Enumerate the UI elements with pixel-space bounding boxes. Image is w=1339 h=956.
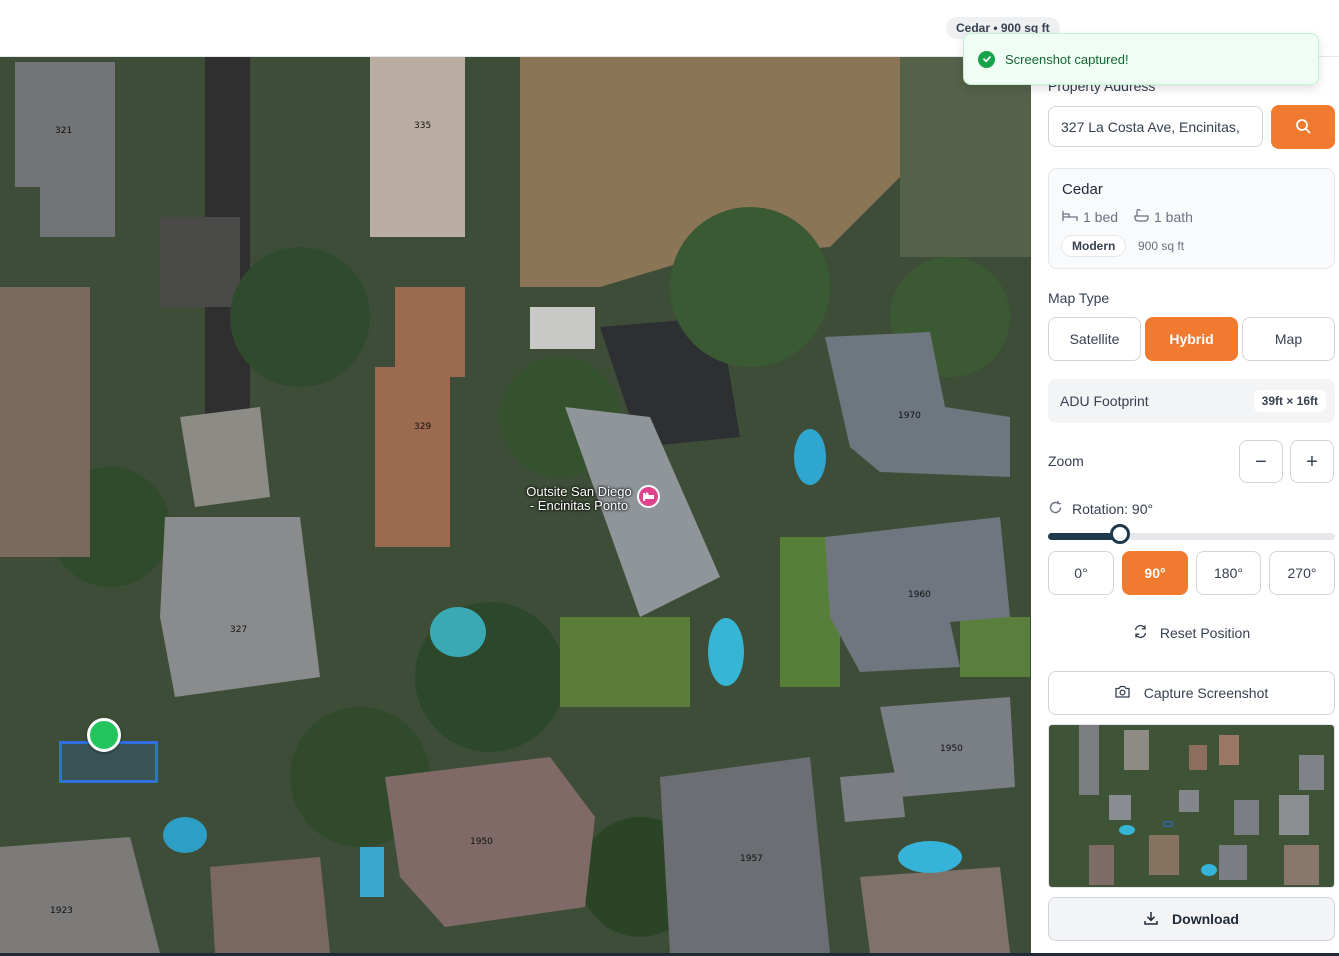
footprint-label: ADU Footprint: [1060, 393, 1149, 409]
camera-icon: [1115, 685, 1130, 701]
house-number-label: 1923: [50, 906, 73, 916]
poi-label[interactable]: Outsite San Diego - Encinitas Ponto: [518, 485, 640, 513]
bath-icon: [1134, 208, 1149, 225]
refresh-icon: [1133, 624, 1148, 642]
app-window: Cedar • 900 sq ft 321 335 329 327 1970 1…: [0, 0, 1339, 956]
bed-icon: [1062, 209, 1078, 225]
baths-text: 1 bath: [1154, 209, 1193, 225]
download-button[interactable]: Download: [1048, 897, 1335, 941]
house-number-label: 335: [414, 121, 431, 131]
footprint-dimensions: 39ft × 16ft: [1253, 390, 1326, 412]
zoom-out-button[interactable]: −: [1239, 440, 1283, 483]
adu-drag-handle[interactable]: [87, 718, 121, 752]
control-sidebar: Property Address Cedar 1 bed 1 bath Mode…: [1031, 57, 1339, 953]
hotel-icon[interactable]: [637, 485, 660, 508]
map-type-label: Map Type: [1048, 290, 1110, 306]
house-number-label: 1950: [470, 837, 493, 847]
poi-name-line: Outsite San Diego: [526, 484, 632, 499]
beds-text: 1 bed: [1083, 209, 1119, 225]
reset-position-label: Reset Position: [1159, 625, 1251, 641]
rotate-icon: [1048, 500, 1063, 518]
rotation-90-button[interactable]: 90°: [1122, 551, 1188, 595]
house-number-label: 1970: [898, 411, 921, 421]
model-card: Cedar 1 bed 1 bath Modern 900 sq ft: [1048, 168, 1335, 269]
house-number-label: 1950: [940, 744, 963, 754]
screenshot-preview: [1048, 724, 1335, 888]
rotation-180-button[interactable]: 180°: [1196, 551, 1261, 595]
style-badge: Modern: [1061, 235, 1127, 257]
search-icon: [1295, 118, 1311, 137]
rotation-0-button[interactable]: 0°: [1048, 551, 1114, 595]
satellite-map[interactable]: 321 335 329 327 1970 1960 1950 1950 1957…: [0, 57, 1031, 953]
zoom-label: Zoom: [1048, 453, 1084, 469]
house-number-label: 321: [55, 126, 72, 136]
download-label: Download: [1172, 911, 1239, 927]
beds-info: 1 bed: [1062, 209, 1118, 225]
model-name: Cedar: [1062, 181, 1103, 198]
rotation-slider-thumb[interactable]: [1110, 524, 1130, 544]
adu-footprint-row: ADU Footprint 39ft × 16ft: [1048, 379, 1335, 423]
download-icon: [1144, 911, 1158, 928]
toast-message: Screenshot captured!: [1005, 51, 1129, 67]
map-type-satellite-button[interactable]: Satellite: [1048, 317, 1141, 361]
capture-screenshot-label: Capture Screenshot: [1143, 685, 1269, 701]
house-number-label: 327: [230, 625, 247, 635]
model-sqft: 900 sq ft: [1138, 239, 1185, 253]
map-imagery: 321 335 329 327 1970 1960 1950 1950 1957…: [0, 57, 1031, 953]
address-search-button[interactable]: [1271, 105, 1335, 149]
rotation-header: Rotation: 90°: [1048, 500, 1153, 518]
rotation-label: Rotation: 90°: [1072, 501, 1154, 517]
house-number-label: 1960: [908, 590, 931, 600]
check-circle-icon: [978, 50, 995, 68]
house-number-label: 329: [414, 422, 431, 432]
reset-position-button[interactable]: Reset Position: [1048, 618, 1335, 648]
baths-info: 1 bath: [1134, 208, 1193, 225]
rotation-270-button[interactable]: 270°: [1269, 551, 1335, 595]
map-type-hybrid-button[interactable]: Hybrid: [1145, 317, 1238, 361]
capture-screenshot-button[interactable]: Capture Screenshot: [1048, 671, 1335, 715]
rotation-slider-track[interactable]: [1048, 533, 1335, 540]
toast-notification: Screenshot captured!: [963, 33, 1319, 85]
zoom-in-button[interactable]: +: [1290, 440, 1334, 483]
address-input[interactable]: [1048, 106, 1263, 147]
map-type-map-button[interactable]: Map: [1242, 317, 1335, 361]
preview-imagery: [1049, 725, 1334, 887]
poi-name-line: - Encinitas Ponto: [529, 498, 629, 513]
house-number-label: 1957: [740, 854, 763, 864]
